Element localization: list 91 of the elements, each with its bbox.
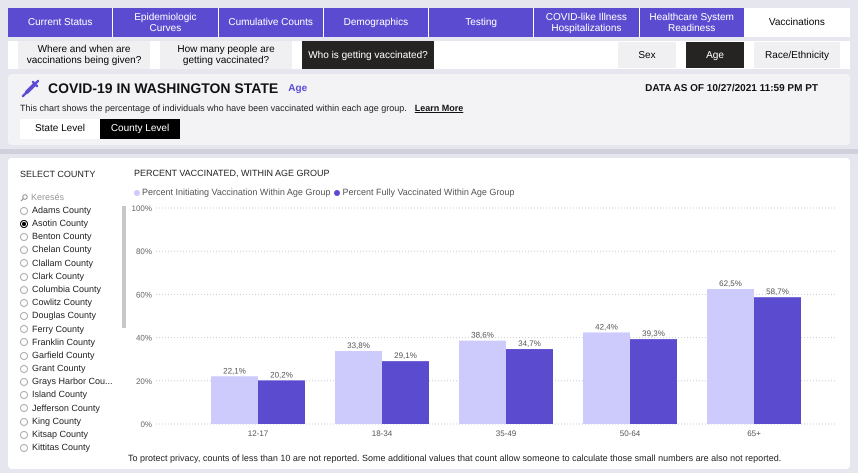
bar (258, 380, 305, 424)
county-option[interactable]: Grays Harbor Cou... (20, 375, 122, 389)
county-option[interactable]: Columbia County (20, 283, 122, 296)
question-button[interactable]: Who is getting vaccinated? (302, 41, 434, 70)
radio-button[interactable] (20, 444, 28, 452)
page-title: COVID-19 IN WASHINGTON STATE (48, 79, 278, 98)
x-tick-label: 35-49 (496, 428, 516, 438)
y-tick-label: 40% (136, 333, 152, 342)
data-date: DATA AS OF 10/27/2021 11:59 PM PT (645, 82, 818, 96)
level-toggle[interactable]: County Level (100, 118, 180, 139)
privacy-footnote: To protect privacy, counts of less than 10 are not reported. Some additional values that count allow someone to calculate those small numbers are also not reported. (128, 452, 782, 465)
search-field[interactable]: Keresés (31, 191, 111, 205)
nav-tab[interactable]: Epidemiologic Curves (113, 8, 218, 37)
county-option[interactable]: King County (20, 415, 122, 428)
filter-title: SELECT COUNTY (20, 168, 96, 180)
county-option[interactable]: Island County (20, 388, 122, 402)
radio-button[interactable] (20, 430, 28, 439)
x-tick-label: 50-64 (620, 428, 640, 438)
county-option[interactable]: Kittitas County (20, 441, 122, 455)
bar (211, 376, 258, 424)
county-option[interactable]: Ferry County (20, 322, 122, 336)
question-button[interactable]: How many people are getting vaccinated? (160, 41, 292, 70)
chart-description: This chart shows the percentage of individuals who have been vaccinated within each age group. (20, 102, 407, 116)
x-tick-label: 65+ (747, 428, 761, 438)
page-subtitle: Age (288, 82, 308, 96)
county-option[interactable]: Jefferson County (20, 402, 122, 415)
value-label: 38,6% (471, 330, 494, 340)
radio-button[interactable] (20, 312, 28, 320)
value-label: 62,5% (719, 278, 742, 288)
county-option[interactable]: Chelan County (20, 244, 122, 257)
value-label: 34,7% (518, 338, 541, 348)
syringe-icon (20, 78, 40, 99)
county-option[interactable]: Adams County (20, 204, 122, 218)
level-toggle[interactable]: State Level (20, 118, 100, 139)
value-label: 39,3% (642, 328, 665, 338)
nav-tab[interactable]: Testing (429, 8, 534, 37)
value-label: 33,8% (347, 340, 370, 350)
grouping-button[interactable]: Race/Ethnicity (754, 42, 840, 68)
legend-item: Percent Fully Vaccinated Within Age Group (334, 186, 514, 200)
radio-button[interactable] (20, 246, 28, 254)
scrollbar[interactable] (122, 206, 126, 328)
radio-button[interactable] (20, 220, 28, 228)
x-tick-label: 12-17 (248, 428, 268, 438)
radio-button[interactable] (20, 352, 28, 360)
nav-tab[interactable]: Demographics (324, 8, 429, 37)
legend-item: Percent Initiating Vaccination Within Age Group (134, 186, 330, 200)
nav-tab[interactable]: COVID-like Illness Hospitalizations (534, 8, 640, 37)
county-option[interactable]: Kitsap County (20, 428, 122, 442)
county-option[interactable]: Asotin County (20, 217, 122, 230)
county-option[interactable]: Clallam County (20, 256, 122, 270)
value-label: 58,7% (766, 286, 789, 296)
radio-button[interactable] (20, 378, 28, 386)
value-label: 42,4% (595, 322, 618, 331)
grouping-button[interactable]: Sex (618, 42, 676, 68)
radio-button[interactable] (20, 259, 28, 268)
county-option[interactable]: Clark County (20, 270, 122, 284)
radio-button[interactable] (20, 364, 28, 373)
radio-button[interactable] (20, 272, 28, 281)
search-icon (20, 194, 28, 202)
nav-tab[interactable]: Cumulative Counts (218, 8, 324, 37)
county-option[interactable]: Garfield County (20, 349, 122, 362)
radio-button[interactable] (20, 338, 28, 346)
radio-button[interactable] (20, 325, 28, 334)
radio-button[interactable] (20, 206, 28, 215)
learn-more-link[interactable]: Learn More (414, 102, 464, 116)
radio-button[interactable] (20, 298, 28, 307)
radio-button[interactable] (20, 286, 28, 294)
bar (382, 360, 429, 424)
chart-title: PERCENT VACCINATED, WITHIN AGE GROUP (134, 166, 331, 180)
y-tick-label: 80% (136, 246, 152, 256)
y-tick-label: 0% (140, 420, 152, 428)
y-tick-label: 20% (136, 376, 152, 386)
value-label: 20,2% (270, 370, 293, 379)
value-label: 29,1% (394, 350, 417, 360)
nav-tab[interactable]: Current Status (8, 8, 114, 37)
county-option[interactable]: Benton County (20, 230, 122, 244)
y-tick-label: 60% (136, 290, 152, 299)
county-option[interactable]: Cowlitz County (20, 296, 122, 310)
county-option[interactable]: Douglas County (20, 310, 122, 323)
nav-tab[interactable]: Healthcare System Readiness (640, 8, 745, 37)
radio-button[interactable] (20, 232, 28, 241)
x-tick-label: 18-34 (372, 428, 392, 438)
question-button[interactable]: Where and when are vaccinations being given? (18, 41, 150, 70)
radio-button[interactable] (20, 404, 28, 412)
y-tick-label: 100% (132, 204, 152, 212)
county-option[interactable]: Franklin County (20, 336, 122, 350)
radio-button[interactable] (20, 418, 28, 426)
county-option[interactable]: Grant County (20, 362, 122, 376)
radio-button[interactable] (20, 391, 28, 400)
value-label: 22,1% (223, 366, 246, 375)
grouping-button[interactable]: Age (686, 42, 744, 68)
